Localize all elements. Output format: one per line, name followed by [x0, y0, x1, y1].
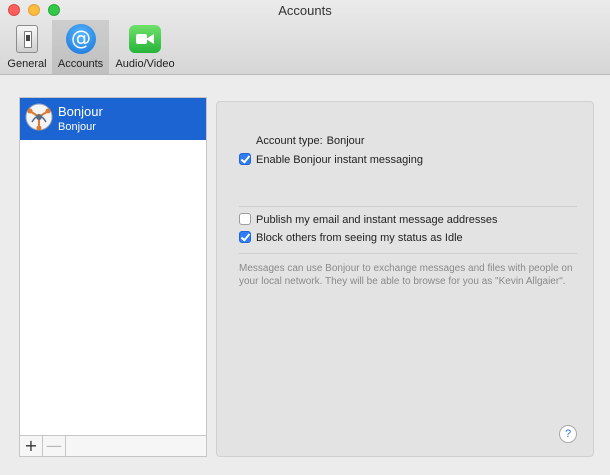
publish-addresses-checkbox[interactable] — [239, 213, 251, 226]
enable-bonjour-label: Enable Bonjour instant messaging — [256, 154, 423, 166]
account-subtitle: Bonjour — [58, 121, 96, 133]
block-idle-row[interactable]: Block others from seeing my status as Id… — [239, 231, 463, 246]
account-type-value: Bonjour — [326, 135, 365, 147]
block-idle-label: Block others from seeing my status as Id… — [256, 232, 463, 244]
block-idle-checkbox[interactable] — [239, 231, 251, 244]
add-account-button[interactable]: + — [20, 436, 43, 456]
tab-general[interactable]: General — [4, 20, 50, 74]
tab-accounts-label: Accounts — [57, 58, 104, 70]
window-title: Accounts — [278, 3, 332, 18]
enable-bonjour-row[interactable]: Enable Bonjour instant messaging — [239, 153, 423, 168]
title-bar: Accounts General @ Accounts Audio/Video — [0, 0, 610, 75]
enable-bonjour-checkbox[interactable] — [239, 153, 251, 166]
tab-audio-video-label: Audio/Video — [115, 58, 175, 70]
remove-account-button[interactable]: — — [43, 436, 66, 456]
preferences-window: Accounts General @ Accounts Audio/Video — [0, 0, 610, 475]
list-footer: + — — [20, 435, 206, 456]
at-sign-icon: @ — [66, 24, 96, 54]
video-camera-icon — [129, 25, 161, 53]
publish-addresses-row[interactable]: Publish my email and instant message add… — [239, 213, 498, 228]
general-switch-icon — [16, 25, 38, 53]
divider — [239, 253, 577, 254]
divider — [239, 206, 577, 207]
account-name: Bonjour — [58, 104, 103, 119]
tab-general-label: General — [7, 58, 47, 70]
tab-audio-video[interactable]: Audio/Video — [110, 20, 180, 74]
account-type-label: Account type: — [256, 135, 323, 147]
accounts-list[interactable]: Bonjour Bonjour + — — [19, 97, 207, 457]
publish-addresses-label: Publish my email and instant message add… — [256, 214, 498, 226]
account-detail-panel: Account type: Bonjour Enable Bonjour inst… — [216, 101, 594, 457]
help-button[interactable]: ? — [559, 425, 577, 443]
bonjour-icon — [25, 103, 53, 131]
account-row-bonjour[interactable]: Bonjour Bonjour — [20, 98, 206, 140]
tab-accounts[interactable]: @ Accounts — [52, 20, 109, 74]
account-type: Account type: Bonjour — [256, 135, 365, 147]
bonjour-info-text: Messages can use Bonjour to exchange mes… — [239, 263, 573, 287]
